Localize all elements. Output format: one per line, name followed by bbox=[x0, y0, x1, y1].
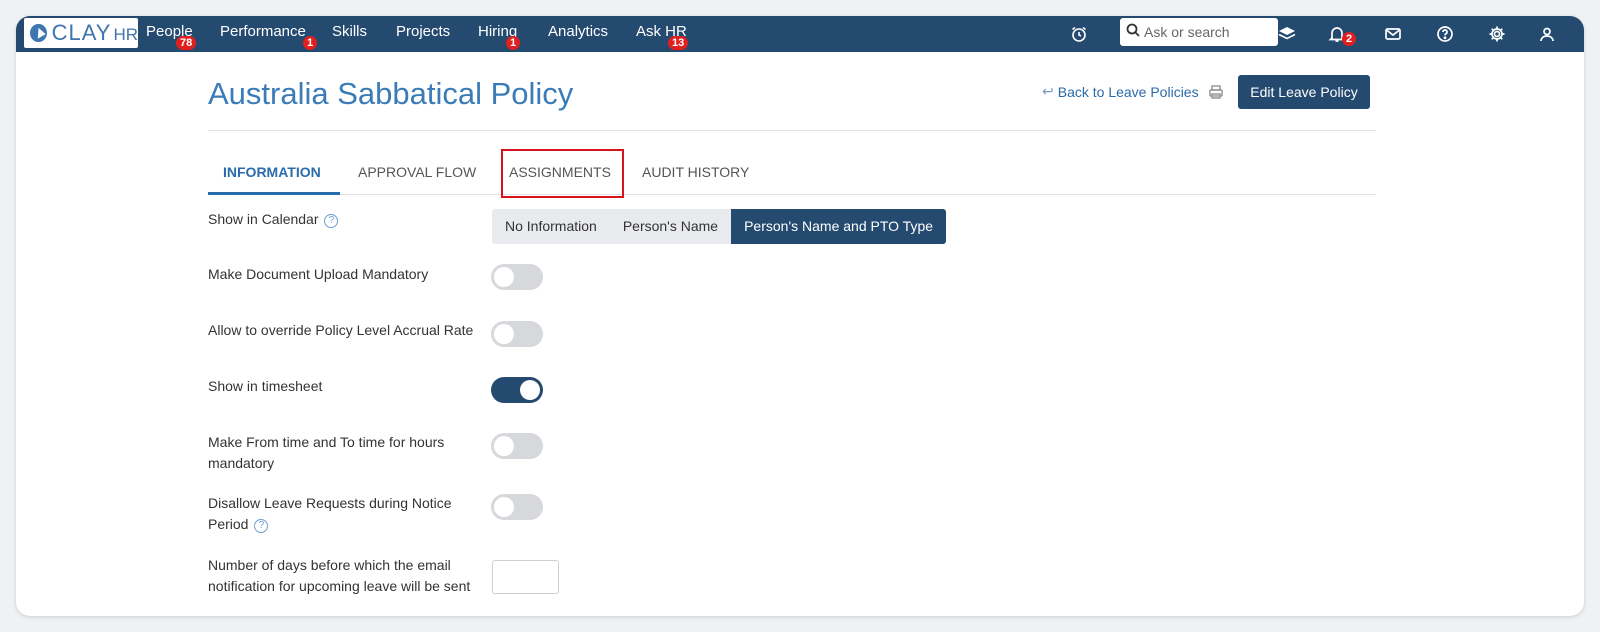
option-no-information[interactable]: No Information bbox=[492, 209, 610, 244]
alarm-clock-icon[interactable] bbox=[1068, 23, 1090, 45]
notification-badge: 2 bbox=[1342, 32, 1357, 46]
disallow-notice-label-line2: Period bbox=[208, 516, 249, 532]
performance-badge: 1 bbox=[303, 36, 318, 50]
back-to-leave-policies-link[interactable]: ↩ Back to Leave Policies bbox=[1042, 83, 1199, 100]
back-link-label: Back to Leave Policies bbox=[1057, 83, 1199, 100]
from-to-mandatory-label-line1: Make From time and To time for hours bbox=[208, 434, 445, 450]
doc-upload-mandatory-toggle[interactable] bbox=[491, 264, 543, 290]
disallow-notice-toggle[interactable] bbox=[491, 494, 543, 520]
show-in-timesheet-label: Show in timesheet bbox=[208, 378, 323, 394]
logo-text: CLAY bbox=[51, 20, 112, 45]
clayhr-logo[interactable]: CLAY HR bbox=[24, 18, 138, 48]
search-box bbox=[1120, 18, 1278, 46]
tab-information[interactable]: INFORMATION bbox=[223, 164, 321, 180]
email-days-label-line1: Number of days before which the email bbox=[208, 557, 451, 573]
toggle-knob bbox=[494, 497, 514, 517]
logo-text-hr: HR bbox=[113, 25, 138, 44]
override-accrual-label: Allow to override Policy Level Accrual R… bbox=[208, 322, 474, 338]
toggle-knob bbox=[520, 380, 540, 400]
search-input[interactable] bbox=[1144, 24, 1269, 40]
ask-hr-badge: 13 bbox=[668, 36, 689, 50]
help-circle-icon[interactable] bbox=[1434, 23, 1456, 45]
top-nav-bar: CLAY HR People 78 Performance 1 Skills P… bbox=[16, 16, 1584, 52]
show-in-calendar-text: Show in Calendar bbox=[208, 211, 319, 227]
calendar-display-segmented-control: No Information Person's Name Person's Na… bbox=[492, 209, 947, 244]
from-to-mandatory-label: Make From time and To time for hours man… bbox=[208, 432, 444, 474]
toggle-knob bbox=[494, 267, 514, 287]
show-in-calendar-label: Show in Calendar ? bbox=[208, 209, 339, 230]
app-window: CLAY HR People 78 Performance 1 Skills P… bbox=[16, 16, 1584, 616]
nav-skills[interactable]: Skills bbox=[332, 23, 367, 40]
disallow-notice-label: Disallow Leave Requests during Notice Pe… bbox=[208, 493, 452, 535]
assignments-highlight-box bbox=[501, 149, 624, 198]
option-persons-name-and-pto-type[interactable]: Person's Name and PTO Type bbox=[731, 209, 947, 244]
people-badge: 78 bbox=[176, 36, 197, 50]
active-tab-indicator bbox=[208, 192, 340, 195]
toggle-knob bbox=[494, 436, 514, 456]
tab-approval-flow[interactable]: APPROVAL FLOW bbox=[358, 164, 476, 180]
gear-icon[interactable] bbox=[1486, 23, 1508, 45]
doc-upload-mandatory-label: Make Document Upload Mandatory bbox=[208, 266, 429, 282]
header-divider bbox=[208, 130, 1376, 131]
nav-performance[interactable]: Performance bbox=[220, 23, 306, 40]
email-days-input[interactable] bbox=[492, 560, 559, 594]
email-days-label-line2: notification for upcoming leave will be … bbox=[208, 578, 471, 594]
user-icon[interactable] bbox=[1536, 23, 1558, 45]
hiring-badge: 1 bbox=[506, 36, 521, 50]
from-to-mandatory-toggle[interactable] bbox=[491, 433, 543, 459]
print-icon[interactable] bbox=[1208, 84, 1224, 100]
tab-audit-history[interactable]: AUDIT HISTORY bbox=[642, 164, 749, 180]
mail-icon[interactable] bbox=[1382, 23, 1404, 45]
disallow-notice-label-line1: Disallow Leave Requests during Notice bbox=[208, 495, 452, 511]
option-persons-name[interactable]: Person's Name bbox=[610, 209, 731, 244]
question-help-icon[interactable]: ? bbox=[254, 519, 269, 533]
edit-leave-policy-button[interactable]: Edit Leave Policy bbox=[1238, 75, 1370, 109]
email-days-label: Number of days before which the email no… bbox=[208, 555, 470, 597]
tab-bar: INFORMATION APPROVAL FLOW ASSIGNMENTS AU… bbox=[208, 150, 1376, 195]
layers-icon[interactable] bbox=[1276, 23, 1298, 45]
page-title: Australia Sabbatical Policy bbox=[208, 76, 574, 111]
logo-mark-icon bbox=[30, 24, 47, 42]
toggle-knob bbox=[494, 324, 514, 344]
show-in-timesheet-toggle[interactable] bbox=[491, 377, 543, 403]
nav-analytics[interactable]: Analytics bbox=[548, 23, 608, 40]
search-icon bbox=[1126, 23, 1140, 42]
override-accrual-toggle[interactable] bbox=[491, 321, 543, 347]
from-to-mandatory-label-line2: mandatory bbox=[208, 455, 275, 471]
return-arrow-icon: ↩ bbox=[1042, 83, 1054, 99]
nav-projects[interactable]: Projects bbox=[396, 23, 450, 40]
question-help-icon[interactable]: ? bbox=[324, 214, 339, 228]
